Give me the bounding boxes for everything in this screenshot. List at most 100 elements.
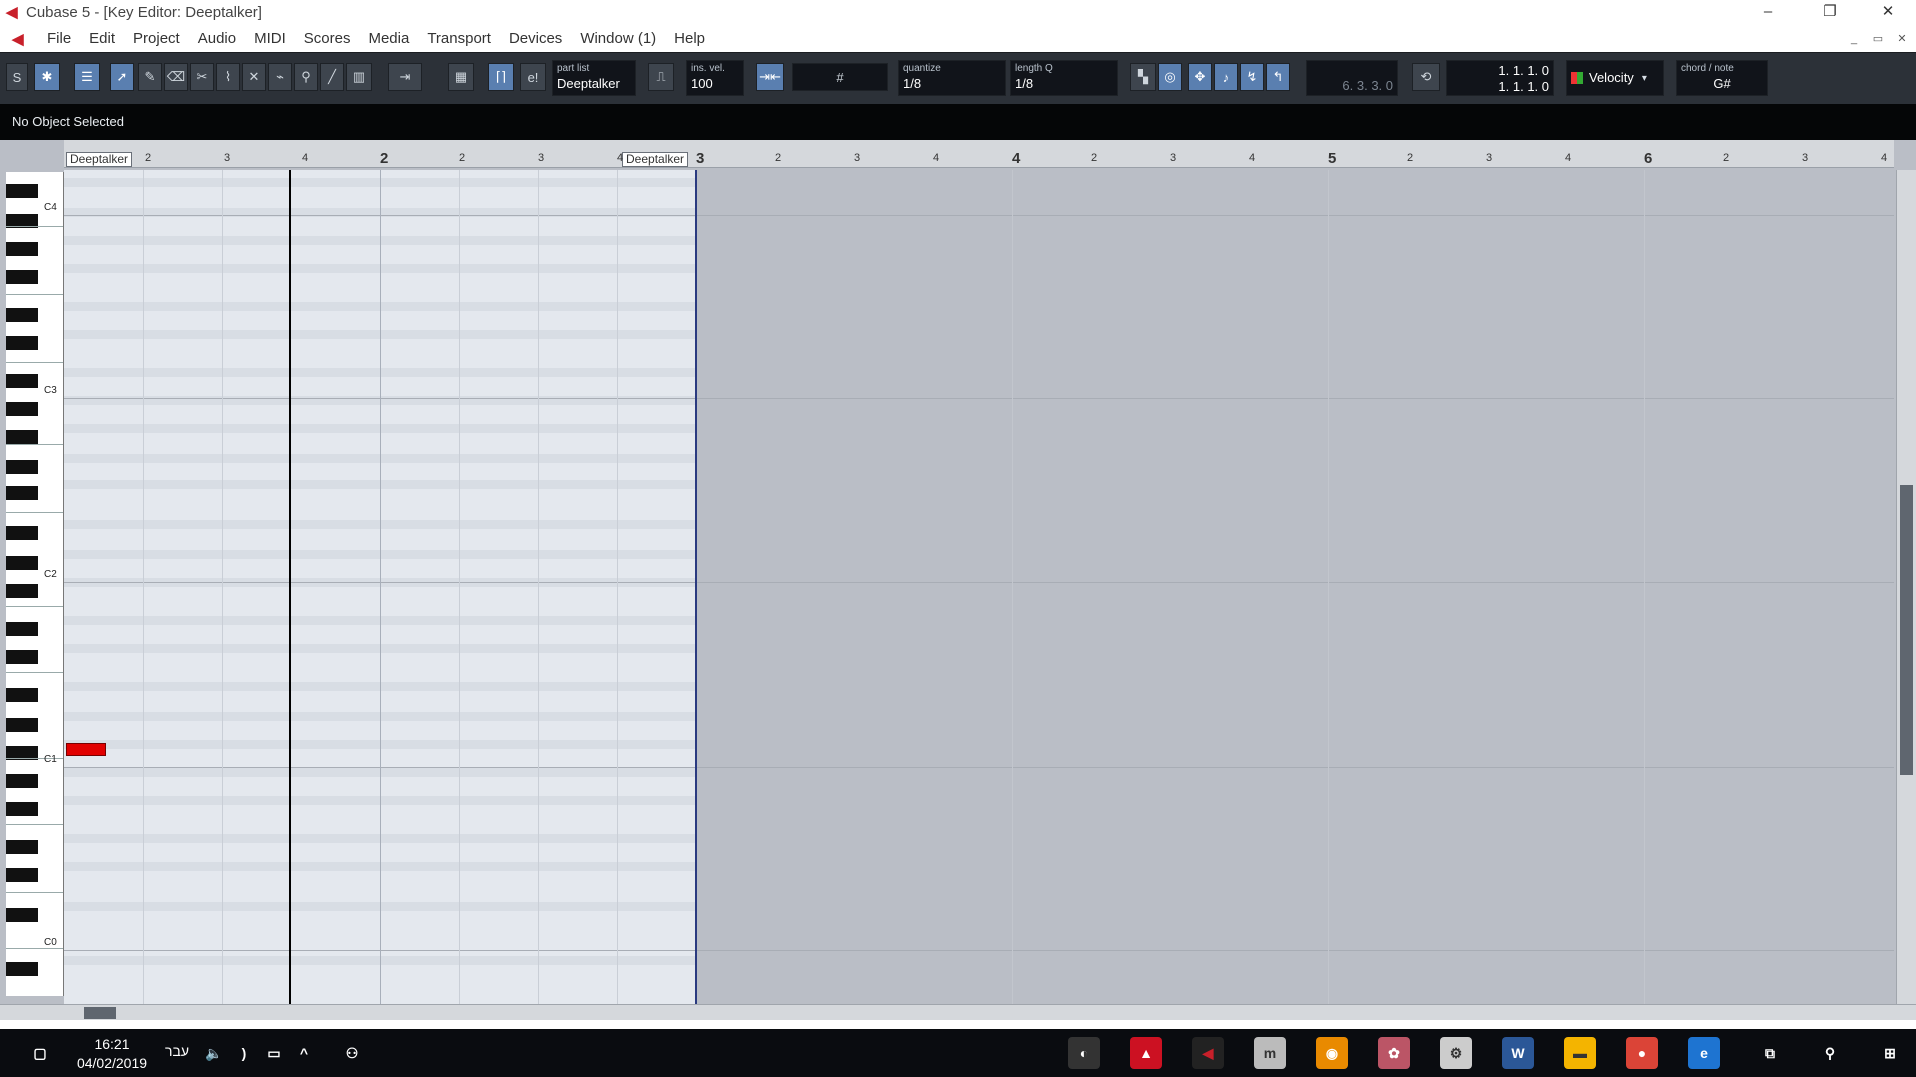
- insert-velocity-icon[interactable]: ⎍: [648, 63, 674, 91]
- black-key[interactable]: [6, 622, 38, 636]
- draw-tool-icon[interactable]: ✎: [138, 63, 162, 91]
- menu-window[interactable]: Window (1): [571, 30, 665, 48]
- menu-project[interactable]: Project: [124, 30, 189, 48]
- windows-start-icon[interactable]: ⊞: [1874, 1037, 1906, 1069]
- settings-taskbar-icon[interactable]: ⚙: [1440, 1037, 1472, 1069]
- step-input-icon[interactable]: ▚: [1130, 63, 1156, 91]
- vertical-scroll-thumb[interactable]: [1900, 485, 1913, 775]
- locator-display[interactable]: 1. 1. 1. 0 1. 1. 1. 0: [1446, 60, 1554, 96]
- people-icon[interactable]: ⚇: [340, 1037, 364, 1069]
- black-key[interactable]: [6, 270, 38, 284]
- glue-tool-icon[interactable]: ⌁: [268, 63, 292, 91]
- app-taskbar-icon[interactable]: ▲: [1130, 1037, 1162, 1069]
- close-button[interactable]: ✕: [1860, 0, 1916, 26]
- menu-file[interactable]: File: [38, 30, 80, 48]
- black-key[interactable]: [6, 526, 38, 540]
- split-tool-icon[interactable]: ⌇: [216, 63, 240, 91]
- grid-type-icon[interactable]: #: [792, 63, 888, 91]
- acoustic-feedback-icon[interactable]: ✱: [34, 63, 60, 91]
- cubase-menu-icon[interactable]: ◀: [12, 30, 24, 48]
- taskbar-clock[interactable]: 16:21 04/02/2019: [72, 1035, 152, 1073]
- insert-velocity-field[interactable]: ins. vel. 100: [686, 60, 744, 96]
- move-insert-icon[interactable]: ✥: [1188, 63, 1212, 91]
- note-on-icon[interactable]: ↯: [1240, 63, 1264, 91]
- edit-active-part-icon[interactable]: e!: [520, 63, 546, 91]
- menu-edit[interactable]: Edit: [80, 30, 124, 48]
- piano-keyboard[interactable]: C4 C3 C2 C1 C0: [6, 172, 64, 996]
- show-info-icon[interactable]: ☰: [74, 63, 100, 91]
- horizontal-scroll-thumb[interactable]: [84, 1007, 116, 1019]
- menu-midi[interactable]: MIDI: [245, 30, 295, 48]
- menu-transport[interactable]: Transport: [418, 30, 500, 48]
- trim-tool-icon[interactable]: ✂: [190, 63, 214, 91]
- note-off-icon[interactable]: ↰: [1266, 63, 1290, 91]
- chrome-taskbar-icon[interactable]: ●: [1626, 1037, 1658, 1069]
- black-key[interactable]: [6, 802, 38, 816]
- menu-help[interactable]: Help: [665, 30, 714, 48]
- black-key[interactable]: [6, 908, 38, 922]
- mute-tool-icon[interactable]: ✕: [242, 63, 266, 91]
- menu-audio[interactable]: Audio: [189, 30, 245, 48]
- object-selection-icon[interactable]: ➚: [110, 63, 134, 91]
- task-view-icon[interactable]: ⧉: [1754, 1037, 1786, 1069]
- project-cursor[interactable]: [289, 170, 291, 1004]
- black-key[interactable]: [6, 460, 38, 474]
- cubase-taskbar-icon[interactable]: ◐: [1068, 1037, 1100, 1069]
- firefox-taskbar-icon[interactable]: ◉: [1316, 1037, 1348, 1069]
- volume-icon[interactable]: 🔈: [202, 1037, 226, 1069]
- snap-icon[interactable]: ⇥⇤: [756, 63, 784, 91]
- black-key[interactable]: [6, 184, 38, 198]
- black-key[interactable]: [6, 840, 38, 854]
- quantize-dropdown[interactable]: quantize 1/8: [898, 60, 1006, 96]
- horizontal-scrollbar[interactable]: [0, 1004, 1916, 1020]
- vertical-scrollbar[interactable]: [1896, 170, 1916, 1004]
- mdi-close-icon[interactable]: ✕: [1892, 31, 1912, 47]
- black-key[interactable]: [6, 584, 38, 598]
- input-language[interactable]: עבר: [165, 1043, 189, 1059]
- menu-devices[interactable]: Devices: [500, 30, 571, 48]
- zoom-tool-icon[interactable]: ⚲: [294, 63, 318, 91]
- time-warp-icon[interactable]: ▥: [346, 63, 372, 91]
- part-boundaries-icon[interactable]: ▦: [448, 63, 474, 91]
- black-key[interactable]: [6, 688, 38, 702]
- independent-track-loop-icon[interactable]: ⟲: [1412, 63, 1440, 91]
- midi-note[interactable]: [66, 743, 106, 756]
- pitch-record-icon[interactable]: ♪: [1214, 63, 1238, 91]
- restore-button[interactable]: ❐: [1802, 0, 1858, 26]
- ruler[interactable]: Deeptalker Deeptalker 2 3 4 2 2 3 4 3 2 …: [64, 140, 1894, 168]
- network-icon[interactable]: ): [232, 1037, 256, 1069]
- black-key[interactable]: [6, 486, 38, 500]
- battery-icon[interactable]: ▭: [262, 1037, 286, 1069]
- black-key[interactable]: [6, 402, 38, 416]
- note-grid[interactable]: [64, 170, 1894, 1004]
- length-q-dropdown[interactable]: length Q 1/8: [1010, 60, 1118, 96]
- black-key[interactable]: [6, 242, 38, 256]
- menu-media[interactable]: Media: [359, 30, 418, 48]
- tray-chevron-icon[interactable]: ^: [292, 1037, 316, 1069]
- part-list-dropdown[interactable]: part list Deeptalker: [552, 60, 636, 96]
- black-key[interactable]: [6, 962, 38, 976]
- erase-tool-icon[interactable]: ⌫: [164, 63, 188, 91]
- cubase-app-taskbar-icon[interactable]: ◀: [1192, 1037, 1224, 1069]
- black-key[interactable]: [6, 308, 38, 322]
- art-taskbar-icon[interactable]: ✿: [1378, 1037, 1410, 1069]
- menu-scores[interactable]: Scores: [295, 30, 360, 48]
- search-icon[interactable]: ⚲: [1814, 1037, 1846, 1069]
- black-key[interactable]: [6, 336, 38, 350]
- black-key[interactable]: [6, 374, 38, 388]
- black-key[interactable]: [6, 650, 38, 664]
- action-center-icon[interactable]: ▢: [24, 1037, 56, 1069]
- notes-taskbar-icon[interactable]: m: [1254, 1037, 1286, 1069]
- word-taskbar-icon[interactable]: W: [1502, 1037, 1534, 1069]
- midi-input-icon[interactable]: ◎: [1158, 63, 1182, 91]
- file-explorer-taskbar-icon[interactable]: ▬: [1564, 1037, 1596, 1069]
- minimize-button[interactable]: –: [1740, 0, 1796, 26]
- black-key[interactable]: [6, 868, 38, 882]
- black-key[interactable]: [6, 774, 38, 788]
- show-part-borders-icon[interactable]: ⌈⌉: [488, 63, 514, 91]
- controller-lane-dropdown[interactable]: Velocity ▾: [1566, 60, 1664, 96]
- line-tool-icon[interactable]: ╱: [320, 63, 344, 91]
- mdi-minimize-icon[interactable]: _: [1844, 31, 1864, 47]
- solo-editor-icon[interactable]: S: [6, 63, 28, 91]
- black-key[interactable]: [6, 556, 38, 570]
